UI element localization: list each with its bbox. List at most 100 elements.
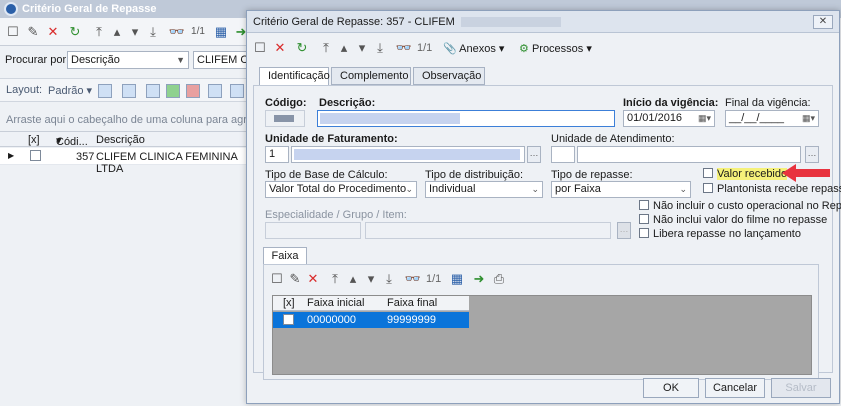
new-icon[interactable]: ☐ <box>251 39 269 57</box>
unidade-atendimento-name[interactable] <box>577 146 801 163</box>
row-checkbox[interactable] <box>283 314 294 325</box>
row-faixa-final: 99999999 <box>387 314 436 326</box>
table-row[interactable]: 00000000 99999999 <box>273 312 469 328</box>
faixa-grid: [x] Faixa inicial Faixa final 00000000 9… <box>272 295 812 375</box>
next-record-icon[interactable]: ▾ <box>353 39 371 57</box>
first-record-icon[interactable]: ⤒ <box>326 270 344 288</box>
nao-incluir-custo-checkbox[interactable]: Não incluir o custo operacional no Repas… <box>639 200 841 212</box>
nao-inclui-filme-checkbox[interactable]: Não inclui valor do filme no repasse <box>639 214 827 226</box>
especialidade-label: Especialidade / Grupo / Item: <box>265 209 407 221</box>
tipo-repasse-value: por Faixa <box>555 183 601 195</box>
codigo-field[interactable] <box>265 110 305 127</box>
faixa-page-count: 1/1 <box>426 273 442 285</box>
tipo-base-select[interactable]: Valor Total do Procedimento ⌄ <box>265 181 417 198</box>
lookup-unidade-faturamento-button[interactable]: … <box>527 146 541 163</box>
col-descricao-header[interactable]: Descrição <box>96 134 145 146</box>
layout-icon-7[interactable] <box>230 84 244 98</box>
layout-label: Layout: <box>6 84 43 96</box>
anexos-menu[interactable]: 📎 Anexos ▾ <box>443 42 504 55</box>
valor-recebido-checkbox[interactable]: Valor recebido <box>703 168 788 180</box>
tab-faixa[interactable]: Faixa <box>263 247 307 265</box>
refresh-icon[interactable]: ↻ <box>293 39 311 57</box>
col-check-header[interactable]: [x] <box>283 297 295 309</box>
calendar-icon[interactable]: ▦ <box>448 270 466 288</box>
col-codigo-header[interactable]: Códi... ▾ <box>56 134 88 148</box>
delete-icon[interactable]: ✕ <box>44 23 62 41</box>
checkbox-box[interactable] <box>639 200 649 210</box>
tipo-base-label: Tipo de Base de Cálculo: <box>265 169 388 181</box>
close-icon[interactable]: ✕ <box>813 15 833 29</box>
annotation-arrow-icon <box>782 164 830 182</box>
tab-observacao[interactable]: Observação <box>413 67 485 85</box>
col-faixa-final-header[interactable]: Faixa final <box>387 297 437 309</box>
tipo-distribuicao-select[interactable]: Individual ⌄ <box>425 181 543 198</box>
edit-icon[interactable]: ✎ <box>24 23 42 41</box>
search-input[interactable]: CLIFEM CLIN <box>193 51 253 69</box>
tab-complemento[interactable]: Complemento <box>331 67 411 85</box>
last-record-icon[interactable]: ⤓ <box>144 23 162 41</box>
checkbox-box[interactable] <box>639 228 649 238</box>
processos-menu[interactable]: ⚙ Processos ▾ <box>519 42 592 55</box>
descricao-field[interactable] <box>317 110 615 127</box>
layout-icon-5[interactable] <box>186 84 200 98</box>
previous-record-icon[interactable]: ▴ <box>335 39 353 57</box>
new-icon[interactable]: ☐ <box>268 270 286 288</box>
checkbox-box[interactable] <box>703 168 713 178</box>
binoculars-icon[interactable]: 👓 <box>404 270 422 288</box>
page-count: 1/1 <box>417 42 433 54</box>
binoculars-icon[interactable]: 👓 <box>395 39 413 57</box>
layout-icon-6[interactable] <box>208 84 222 98</box>
refresh-icon[interactable]: ↻ <box>66 23 84 41</box>
tipo-distribuicao-value: Individual <box>429 183 476 195</box>
chevron-down-icon: ⌄ <box>405 184 413 194</box>
search-label: Procurar por: <box>5 54 70 66</box>
unidade-atendimento-code[interactable] <box>551 146 575 163</box>
tipo-repasse-label: Tipo de repasse: <box>551 169 633 181</box>
codigo-label: Código: <box>265 97 307 109</box>
delete-icon[interactable]: ✕ <box>304 270 322 288</box>
previous-record-icon[interactable]: ▴ <box>344 270 362 288</box>
edit-icon[interactable]: ✎ <box>286 270 304 288</box>
first-record-icon[interactable]: ⤒ <box>317 39 335 57</box>
libera-repasse-checkbox[interactable]: Libera repasse no lançamento <box>639 228 801 240</box>
new-icon[interactable]: ☐ <box>4 23 22 41</box>
save-button[interactable]: Salvar <box>771 378 831 398</box>
col-check-header[interactable]: [x] <box>28 134 40 146</box>
processos-label: Processos <box>531 43 584 55</box>
first-record-icon[interactable]: ⤒ <box>90 23 108 41</box>
table-row[interactable]: ▶ 357 CLIFEM CLINICA FEMININA LTDA <box>0 148 250 175</box>
layout-icon-1[interactable] <box>98 84 112 98</box>
delete-icon[interactable]: ✕ <box>271 39 289 57</box>
plantonista-checkbox[interactable]: Plantonista recebe repasse <box>703 183 841 195</box>
inicio-vigencia-field[interactable]: 01/01/2016 ▦▾ <box>623 110 715 127</box>
next-record-icon[interactable]: ▾ <box>362 270 380 288</box>
tipo-repasse-select[interactable]: por Faixa ⌄ <box>551 181 691 198</box>
calendar-dropdown-icon[interactable]: ▦▾ <box>802 111 815 126</box>
next-record-icon[interactable]: ▾ <box>126 23 144 41</box>
previous-record-icon[interactable]: ▴ <box>108 23 126 41</box>
valor-recebido-label: Valor recebido <box>717 168 788 180</box>
binoculars-icon[interactable]: 👓 <box>168 23 186 41</box>
col-faixa-inicial-header[interactable]: Faixa inicial <box>307 297 364 309</box>
calendar-icon[interactable]: ▦ <box>212 23 230 41</box>
last-record-icon[interactable]: ⤓ <box>380 270 398 288</box>
search-field-select[interactable]: Descrição ▼ <box>67 51 189 69</box>
layout-icon-3[interactable] <box>146 84 160 98</box>
tab-identificacao[interactable]: Identificação <box>259 67 330 86</box>
calendar-dropdown-icon[interactable]: ▦▾ <box>698 111 711 126</box>
layout-default-dropdown[interactable]: Padrão ▾ <box>48 84 92 97</box>
cancel-button[interactable]: Cancelar <box>705 378 765 398</box>
checkbox-box[interactable] <box>639 214 649 224</box>
checkbox-box[interactable] <box>703 183 713 193</box>
lookup-unidade-atendimento-button[interactable]: … <box>805 146 819 163</box>
last-record-icon[interactable]: ⤓ <box>371 39 389 57</box>
ok-button[interactable]: OK <box>643 378 699 398</box>
final-vigencia-field[interactable]: __/__/____ ▦▾ <box>725 110 819 127</box>
print-icon[interactable]: ⎙ <box>490 270 508 288</box>
unidade-faturamento-name[interactable] <box>291 146 525 163</box>
unidade-faturamento-code[interactable]: 1 <box>265 146 289 163</box>
export-icon[interactable]: ➜ <box>470 270 488 288</box>
layout-icon-2[interactable] <box>122 84 136 98</box>
excel-icon[interactable] <box>166 84 180 98</box>
row-checkbox[interactable] <box>30 150 41 161</box>
